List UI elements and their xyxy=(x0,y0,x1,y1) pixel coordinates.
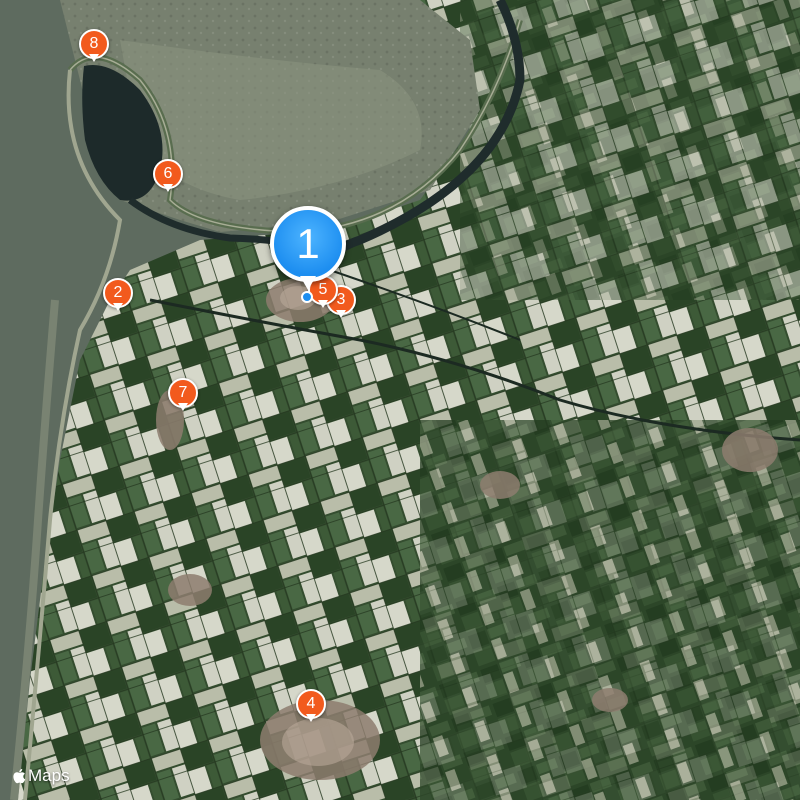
pin-1-pointer xyxy=(300,276,316,290)
map-pin-2[interactable]: 2 xyxy=(103,278,133,314)
map-view[interactable]: 8 6 2 3 5 7 4 1 Maps xyxy=(0,0,800,800)
pin-2-pointer xyxy=(113,303,123,311)
pin-2-label: 2 xyxy=(113,284,123,301)
map-pin-6[interactable]: 6 xyxy=(153,159,183,195)
pin-6-pointer xyxy=(163,184,173,192)
satellite-imagery xyxy=(0,0,800,800)
pin-1-marker: 1 xyxy=(270,206,346,282)
maps-attribution[interactable]: Maps xyxy=(12,766,70,786)
map-pin-1-selected[interactable]: 1 xyxy=(270,206,346,302)
pin-7-pointer xyxy=(178,403,188,411)
pin-3-pointer xyxy=(336,310,346,318)
map-pin-8[interactable]: 8 xyxy=(79,29,109,65)
pin-6-label: 6 xyxy=(163,165,173,182)
pin-4-pointer xyxy=(306,714,316,722)
pin-4-label: 4 xyxy=(306,695,316,712)
maps-label: Maps xyxy=(28,766,70,785)
apple-logo-icon xyxy=(13,768,26,784)
map-pin-4[interactable]: 4 xyxy=(296,689,326,725)
pin-1-label: 1 xyxy=(296,220,320,267)
map-pin-7[interactable]: 7 xyxy=(168,378,198,414)
pin-7-label: 7 xyxy=(178,384,188,401)
pin-8-pointer xyxy=(89,54,99,62)
pin-8-label: 8 xyxy=(89,35,99,52)
